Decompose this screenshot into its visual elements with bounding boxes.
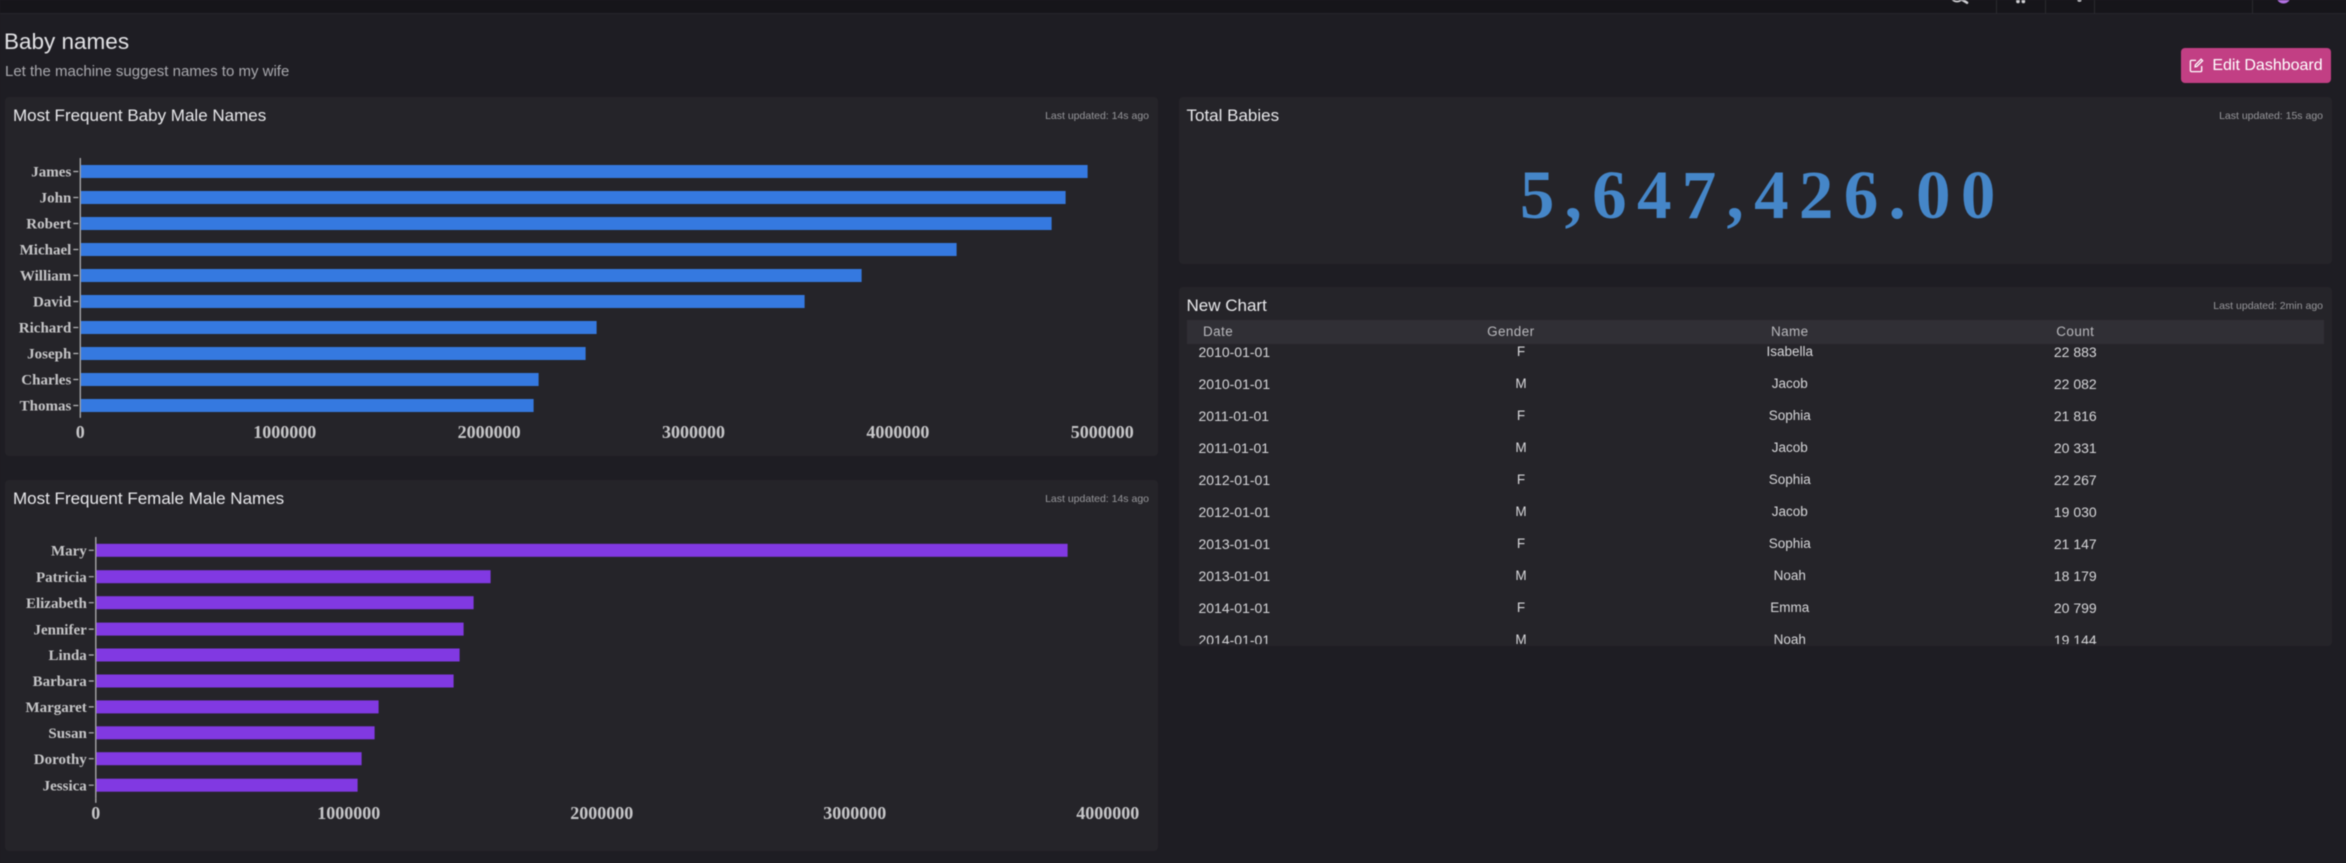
svg-text:2000000: 2000000 — [458, 422, 521, 442]
svg-text:Thomas: Thomas — [20, 399, 72, 415]
svg-text:Susan: Susan — [48, 726, 87, 742]
svg-text:David: David — [33, 295, 72, 311]
svg-text:Charles: Charles — [21, 373, 71, 389]
svg-text:Barbara: Barbara — [33, 674, 88, 690]
svg-text:Elizabeth: Elizabeth — [26, 595, 87, 611]
svg-text:Robert: Robert — [26, 217, 71, 233]
svg-text:John: John — [40, 191, 72, 207]
svg-text:Linda: Linda — [48, 648, 87, 664]
svg-text:Jennifer: Jennifer — [33, 622, 87, 638]
svg-text:Patricia: Patricia — [36, 569, 87, 585]
svg-text:4000000: 4000000 — [1076, 803, 1139, 823]
svg-text:3000000: 3000000 — [662, 422, 725, 442]
svg-text:Mary: Mary — [51, 543, 87, 559]
svg-text:Michael: Michael — [20, 243, 72, 259]
svg-text:James: James — [31, 165, 71, 181]
svg-text:Richard: Richard — [19, 321, 72, 337]
svg-text:2000000: 2000000 — [570, 803, 633, 823]
svg-text:Joseph: Joseph — [27, 347, 72, 363]
svg-text:3000000: 3000000 — [823, 803, 886, 823]
svg-text:Jessica: Jessica — [43, 778, 88, 794]
svg-text:William: William — [20, 269, 72, 285]
svg-text:Margaret: Margaret — [25, 700, 86, 716]
svg-text:0: 0 — [76, 422, 85, 442]
svg-text:0: 0 — [91, 803, 100, 823]
svg-text:4000000: 4000000 — [866, 422, 929, 442]
svg-text:Dorothy: Dorothy — [34, 751, 88, 767]
svg-text:5000000: 5000000 — [1071, 422, 1134, 442]
svg-text:1000000: 1000000 — [253, 422, 316, 442]
svg-text:1000000: 1000000 — [317, 803, 380, 823]
